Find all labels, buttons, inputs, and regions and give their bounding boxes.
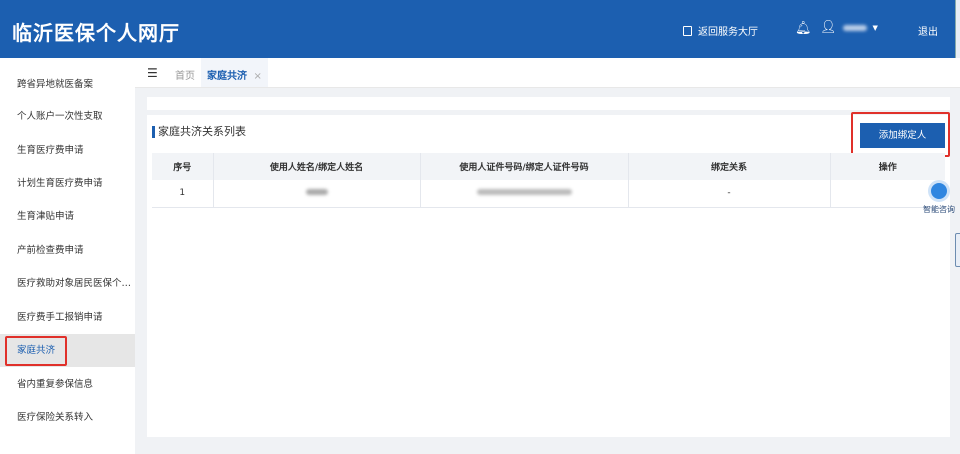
sidebar-item[interactable]: 生育津贴申请 <box>0 200 135 233</box>
return-hall-link[interactable]: 返回服务大厅 <box>683 23 758 38</box>
cell-id <box>420 180 629 208</box>
smart-consult-widget[interactable]: 智能咨询 <box>918 180 960 215</box>
close-icon[interactable]: × <box>253 71 261 82</box>
section-title: 家庭共济关系列表 <box>152 126 246 138</box>
window-edge <box>955 0 960 58</box>
consult-label: 智能咨询 <box>923 205 955 214</box>
highlight-box-button <box>851 112 950 157</box>
username-blurred <box>842 24 867 31</box>
user-icon: 👤︎ <box>820 20 837 35</box>
table-header: 序号 使用人姓名/绑定人姓名 使用人证件号码/绑定人证件号码 绑定关系 操作 <box>152 153 945 180</box>
sidebar-item[interactable]: 计划生育医疗费申请 <box>0 167 135 200</box>
site-title: 临沂医保个人网厅 <box>12 21 180 45</box>
user-menu[interactable]: 👤︎ ▼ <box>820 20 878 35</box>
tab-home[interactable]: 首页 <box>175 67 195 82</box>
table-row: 1 - <box>152 180 945 208</box>
sidebar-item[interactable]: 医疗费手工报销申请 <box>0 301 135 334</box>
bell-icon[interactable]: 🔔︎ <box>795 21 812 36</box>
sidebar-item[interactable]: 医疗保险关系转入 <box>0 401 135 434</box>
menu-toggle-icon[interactable]: ☰ <box>147 66 158 80</box>
column-header: 使用人姓名/绑定人姓名 <box>213 153 421 180</box>
cell-name <box>213 180 421 208</box>
logout-link[interactable]: 退出 <box>918 23 938 38</box>
sidebar-item[interactable]: 生育医疗费申请 <box>0 134 135 167</box>
chevron-down-icon: ▼ <box>872 23 878 32</box>
id-blurred <box>476 189 572 196</box>
sidebar-item[interactable]: 医疗救助对象居民医保个… <box>0 267 135 300</box>
sidebar-item[interactable]: 跨省异地就医备案 <box>0 68 135 101</box>
tab-label: 家庭共济 <box>207 71 247 82</box>
column-header: 操作 <box>830 153 945 180</box>
top-header: 临沂医保个人网厅 返回服务大厅 🔔︎ 👤︎ ▼ 退出 <box>0 0 960 58</box>
sidebar-item[interactable]: 个人账户一次性支取 <box>0 100 135 133</box>
sidebar-item[interactable]: 产前检查费申请 <box>0 234 135 267</box>
sidebar-item[interactable]: 省内重复参保信息 <box>0 368 135 401</box>
headset-icon <box>928 180 950 202</box>
tab-bar: ☰ 首页 家庭共济 × <box>135 58 960 88</box>
name-blurred <box>305 189 328 196</box>
sidebar: 跨省异地就医备案 个人账户一次性支取 生育医疗费申请 计划生育医疗费申请 生育津… <box>0 58 135 454</box>
exit-door-icon <box>683 25 692 36</box>
column-header: 序号 <box>152 153 214 180</box>
column-header: 绑定关系 <box>628 153 831 180</box>
filter-strip <box>147 97 950 110</box>
family-table: 序号 使用人姓名/绑定人姓名 使用人证件号码/绑定人证件号码 绑定关系 操作 1… <box>152 153 945 208</box>
tab-family-mutual-aid[interactable]: 家庭共济 × <box>201 58 268 87</box>
column-header: 使用人证件号码/绑定人证件号码 <box>420 153 629 180</box>
cell-index: 1 <box>152 180 214 208</box>
return-hall-label: 返回服务大厅 <box>698 27 758 38</box>
side-tab[interactable] <box>955 233 960 267</box>
highlight-box-sidebar <box>5 336 67 366</box>
cell-relation: - <box>628 180 831 208</box>
